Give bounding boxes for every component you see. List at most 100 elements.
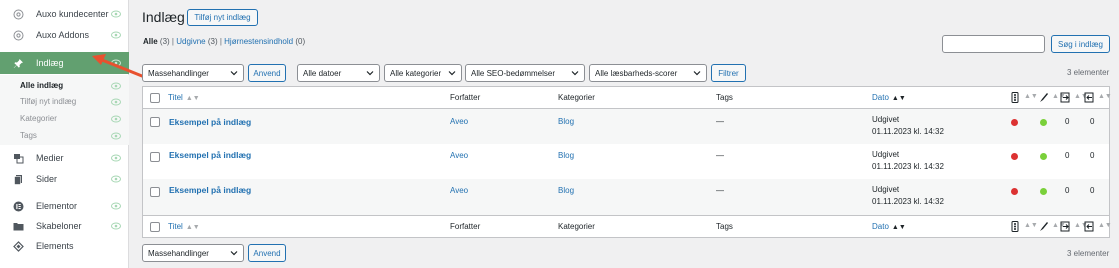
posts-submenu: Alle indlæg Tilføj nyt indlæg Kategorier… — [0, 75, 129, 145]
post-date: 01.11.2023 kl. 14:32 — [872, 162, 944, 171]
add-new-post-button[interactable]: Tilføj nyt indlæg — [187, 9, 258, 26]
readability-icon — [1040, 93, 1048, 102]
column-date-footer[interactable]: Dato ▲▼ — [872, 222, 906, 231]
post-title-link[interactable]: Eksempel på indlæg — [169, 150, 251, 160]
readability-score-dot — [1040, 188, 1047, 195]
submenu-item-categories[interactable]: Kategorier — [20, 114, 57, 123]
incoming-links-icon — [1084, 92, 1094, 103]
row-checkbox[interactable] — [150, 187, 160, 197]
posts-table: Titel ▲▼ Forfatter Kategorier Tags Dato ▲▼… — [142, 86, 1112, 238]
eye-icon[interactable] — [111, 202, 121, 210]
eye-icon[interactable] — [111, 31, 121, 39]
chevron-down-icon — [448, 71, 456, 76]
bulk-actions-select-bottom[interactable]: Massehandlinger — [142, 244, 244, 262]
outgoing-links-icon — [1060, 92, 1070, 103]
eye-icon[interactable] — [111, 115, 121, 123]
filter-all-count: (3) — [159, 37, 170, 46]
eye-icon[interactable] — [111, 10, 121, 18]
seo-score-icon — [1011, 221, 1019, 232]
filter-button[interactable]: Filtrer — [711, 64, 746, 82]
submenu-item-all-posts[interactable]: Alle indlæg — [20, 81, 63, 90]
eye-icon[interactable] — [111, 82, 121, 90]
sidebar-item-elements[interactable]: Elements — [0, 236, 129, 256]
outgoing-links-count: 0 — [1065, 117, 1070, 126]
category-link[interactable]: Blog — [558, 117, 574, 126]
items-count-bottom: 3 elementer — [1067, 249, 1110, 258]
column-categories-footer: Kategorier — [558, 222, 595, 231]
table-row: Eksempel på indlæg Aveo Blog — Udgivet 0… — [143, 179, 1109, 215]
search-input[interactable] — [942, 35, 1045, 53]
select-all-checkbox[interactable] — [150, 222, 160, 232]
bulk-actions-value: Massehandlinger — [148, 248, 209, 258]
sidebar-item-auxo-addons[interactable]: Auxo Addons — [0, 25, 129, 45]
sort-desc-icon: ▲▼ — [891, 224, 906, 231]
apply-button[interactable]: Anvend — [248, 64, 286, 82]
post-title-link[interactable]: Eksempel på indlæg — [169, 117, 251, 127]
column-author-footer: Forfatter — [450, 222, 481, 231]
sidebar-item-templates[interactable]: Skabeloner — [0, 216, 129, 236]
column-title-label: Titel — [168, 222, 183, 231]
category-link[interactable]: Blog — [558, 186, 574, 195]
category-link[interactable]: Blog — [558, 151, 574, 160]
column-title-header[interactable]: Titel ▲▼ — [168, 93, 200, 102]
chevron-down-icon — [230, 71, 238, 76]
post-date: 01.11.2023 kl. 14:32 — [872, 197, 944, 206]
column-author-header: Forfatter — [450, 93, 481, 102]
incoming-links-count: 0 — [1090, 151, 1095, 160]
eye-icon[interactable] — [111, 132, 121, 140]
seo-score-dot — [1011, 119, 1018, 126]
category-filter-value: Alle kategorier — [390, 68, 442, 78]
column-date-header[interactable]: Dato ▲▼ — [872, 93, 906, 102]
readability-filter-select[interactable]: Alle læsbarheds-scorer — [589, 64, 707, 82]
readability-score-dot — [1040, 119, 1047, 126]
tags-value: — — [716, 117, 724, 126]
auxo-icon — [12, 8, 24, 20]
author-link[interactable]: Aveo — [450, 151, 468, 160]
column-title-footer[interactable]: Titel ▲▼ — [168, 222, 200, 231]
search-posts-button[interactable]: Søg i indlæg — [1051, 35, 1110, 53]
submenu-item-add-new[interactable]: Tilføj nyt indlæg — [20, 97, 76, 106]
eye-icon[interactable] — [111, 222, 121, 230]
sidebar-item-pages[interactable]: Sider — [0, 169, 129, 189]
apply-button-bottom[interactable]: Anvend — [248, 244, 286, 262]
bulk-actions-select[interactable]: Massehandlinger — [142, 64, 244, 82]
readability-icon — [1040, 222, 1048, 231]
date-filter-select[interactable]: Alle datoer — [297, 64, 380, 82]
folder-icon — [12, 220, 24, 232]
chevron-down-icon — [230, 251, 238, 256]
sidebar-item-label: Auxo kundecenter — [36, 9, 109, 19]
submenu-item-tags[interactable]: Tags — [20, 131, 37, 140]
sidebar-item-elementor[interactable]: Elementor — [0, 196, 129, 216]
sidebar-item-media[interactable]: Medier — [0, 148, 129, 168]
eye-icon[interactable] — [111, 98, 121, 106]
column-tags-footer: Tags — [716, 222, 733, 231]
elements-icon — [12, 240, 24, 252]
column-date-label: Dato — [872, 93, 889, 102]
main-content: Indlæg Tilføj nyt indlæg Alle (3) | Udgi… — [129, 0, 1119, 268]
chevron-down-icon — [693, 71, 701, 76]
outgoing-links-count: 0 — [1065, 151, 1070, 160]
separator: | — [171, 37, 174, 46]
sort-icon: ▲▼ — [185, 95, 200, 102]
author-link[interactable]: Aveo — [450, 186, 468, 195]
filter-all-link[interactable]: Alle — [143, 37, 158, 46]
pages-icon — [12, 173, 24, 185]
select-all-checkbox[interactable] — [150, 93, 160, 103]
post-status: Udgivet — [872, 115, 900, 124]
category-filter-select[interactable]: Alle kategorier — [384, 64, 462, 82]
sidebar-item-auxo-kundecenter[interactable]: Auxo kundecenter — [0, 4, 129, 24]
filter-cornerstone-link[interactable]: Hjørnestensindhold — [224, 37, 293, 46]
bulk-actions-value: Massehandlinger — [148, 68, 209, 78]
media-icon — [12, 152, 24, 164]
post-title-link[interactable]: Eksempel på indlæg — [169, 185, 251, 195]
filter-published-link[interactable]: Udgivne — [176, 37, 205, 46]
row-checkbox[interactable] — [150, 117, 160, 127]
eye-icon[interactable] — [111, 175, 121, 183]
eye-icon[interactable] — [111, 154, 121, 162]
sort-icon: ▲▼ — [1098, 93, 1112, 100]
post-status: Udgivet — [872, 150, 900, 159]
author-link[interactable]: Aveo — [450, 117, 468, 126]
row-checkbox[interactable] — [150, 152, 160, 162]
post-status-filters: Alle (3) | Udgivne (3) | Hjørnestensindh… — [143, 37, 305, 46]
seo-filter-select[interactable]: Alle SEO-bedømmelser — [465, 64, 585, 82]
